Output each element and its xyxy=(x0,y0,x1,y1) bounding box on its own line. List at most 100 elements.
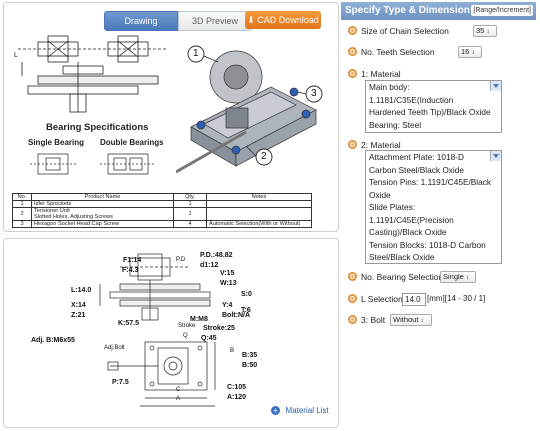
bom-header: Notes xyxy=(206,193,312,201)
dim-p: P:7.5 xyxy=(112,379,129,386)
callout-1: 1 xyxy=(193,48,199,59)
material2-option: Oxide xyxy=(369,189,391,200)
lsel-range: [mm][14 - 30 / 1] xyxy=(427,294,486,303)
table-row: 1 Idler Sprockets 1 xyxy=(12,200,312,208)
material2-option: Slide Plates: xyxy=(369,202,416,212)
bom-table: No. Product Name Qty. Notes 1 Idler Spro… xyxy=(12,193,312,228)
teeth-value: 16 xyxy=(461,47,470,56)
tab-3d-preview[interactable]: 3D Preview xyxy=(178,11,252,31)
info-icon[interactable] xyxy=(348,294,357,303)
bearing-value: Single xyxy=(443,272,464,281)
double-bearing-label: Double Bearings xyxy=(100,138,164,147)
chevron-updown-icon: ↕ xyxy=(420,318,424,324)
bom-header-row: No. Product Name Qty. Notes xyxy=(12,193,312,201)
info-icon[interactable] xyxy=(348,315,357,324)
table-cell: 1 xyxy=(12,200,32,208)
table-cell: 1 xyxy=(173,207,207,221)
info-icon[interactable] xyxy=(348,26,357,35)
callout-3: 3 xyxy=(311,88,317,99)
tensioner-3d-illustration xyxy=(176,45,323,174)
dim-x: X:14 xyxy=(71,302,86,309)
bolt-select[interactable]: Without ↕ xyxy=(390,314,432,326)
material1-option: Hardened Teeth Tip)/Black Oxide xyxy=(369,107,491,117)
info-icon[interactable] xyxy=(348,69,357,78)
dim-adj-bolt: Adj.Bolt xyxy=(104,345,125,351)
material2-option: Casting)/Black Oxide xyxy=(369,227,447,237)
dim-t: T:6 xyxy=(241,307,251,314)
bearing-spec-title: Bearing Specifications xyxy=(46,122,149,133)
dim-v: V:15 xyxy=(220,270,235,277)
table-row: 2 Tensioner Unit Slotted Holes, Adjustin… xyxy=(12,207,312,221)
teeth-select[interactable]: 16 ↕ xyxy=(458,46,482,58)
table-cell: Tensioner Unit Slotted Holes, Adjusting … xyxy=(31,207,174,221)
dim-m: M:M8 xyxy=(190,316,208,323)
table-cell: Hexagon Socket Head Cap Screw xyxy=(31,220,174,228)
bolt-value: Without xyxy=(393,315,419,324)
material2-select[interactable]: Attachment Plate: 1018-D Carbon Steel/Bl… xyxy=(365,150,502,264)
range-increment-button[interactable]: [Range/Increment] xyxy=(471,5,533,16)
info-icon[interactable] xyxy=(348,47,357,56)
chevron-updown-icon: ↕ xyxy=(471,50,475,56)
cad-download-button[interactable]: ⬇ CAD Download xyxy=(245,11,321,29)
bolt-label: 3: Bolt xyxy=(361,315,386,325)
side-view-drawing xyxy=(18,35,168,113)
table-cell: 2 xyxy=(12,207,32,221)
lsel-label: L Selection xyxy=(361,294,403,304)
dim-stroke-label: Stroke xyxy=(178,323,196,329)
dim-a-small: A xyxy=(176,396,181,402)
material-list-label: Material List xyxy=(285,406,329,416)
chevron-updown-icon: ↕ xyxy=(486,29,490,35)
material1-option: 1.1181/C35E(Induction xyxy=(369,94,454,105)
size-chain-select[interactable]: 35 ↕ xyxy=(473,25,497,37)
dim-l: L:14.0 xyxy=(71,287,92,294)
material1-label: 1: Material xyxy=(361,69,401,79)
download-icon: ⬇ xyxy=(247,15,255,25)
dim-b-small: B xyxy=(230,348,235,354)
view-tabs: Drawing 3D Preview xyxy=(104,11,252,31)
dim-c-small: C xyxy=(176,387,181,393)
plus-circle-icon: + xyxy=(271,406,280,416)
table-cell: Automatic Selection(With or Without) xyxy=(206,220,312,228)
material2-option: Attachment Plate: 1018-D xyxy=(369,152,465,162)
dim-c: C:105 xyxy=(227,384,247,391)
dim-pd-small: P.D xyxy=(176,257,186,263)
dim-k: K:57.5 xyxy=(118,320,140,327)
specify-title: Specify Type & Dimension xyxy=(345,5,470,16)
dim-q: Q:45 xyxy=(201,335,217,342)
tab-drawing[interactable]: Drawing xyxy=(104,11,178,31)
bom-header: Qty. xyxy=(173,193,207,201)
material2-option: 1.1191/C45E(Precision xyxy=(369,214,454,225)
info-icon[interactable] xyxy=(348,272,357,281)
dim-pd: P.D.:48.82 xyxy=(200,252,233,259)
bom-header: No. xyxy=(12,193,32,201)
material2-option: Carbon Steel/Black Oxide xyxy=(369,164,465,175)
dropdown-arrow-icon xyxy=(490,81,501,91)
material-list-link[interactable]: + Material List xyxy=(271,405,333,417)
dim-q-small: Q xyxy=(183,333,188,339)
dim-b50: B:50 xyxy=(242,362,258,369)
lsel-input[interactable]: 14.0 xyxy=(402,293,426,306)
single-bearing-label: Single Bearing xyxy=(28,138,85,147)
table-cell: 1 xyxy=(173,200,207,208)
bearing-icons xyxy=(30,153,156,175)
dim-f: F:4.3 xyxy=(122,267,139,274)
dim-d1: d1:12 xyxy=(200,262,219,269)
dim-a: A:120 xyxy=(227,394,247,401)
dropdown-arrow-icon xyxy=(490,151,501,161)
table-row: 3 Hexagon Socket Head Cap Screw 4 Automa… xyxy=(12,220,312,228)
callout-2: 2 xyxy=(261,151,267,162)
bearing-sel-label: No. Bearing Selection xyxy=(361,272,444,282)
table-cell: Idler Sprockets xyxy=(31,200,174,208)
material1-option: Bearing: Steel xyxy=(369,119,422,130)
cad-download-label: CAD Download xyxy=(257,15,319,25)
material2-option: Tension Pins: 1.1191/C45E/Black xyxy=(369,177,492,187)
dim-f1: F1:14 xyxy=(123,257,142,264)
material2-option: Tension Blocks: 1018-D Carbon xyxy=(369,239,486,250)
table-cell: 4 xyxy=(173,220,207,228)
info-icon[interactable] xyxy=(348,140,357,149)
bearing-select[interactable]: Single ↕ xyxy=(440,271,476,283)
material1-select[interactable]: Main body: 1.1181/C35E(Induction Hardene… xyxy=(365,80,502,133)
size-chain-value: 35 xyxy=(476,26,485,35)
dim-l-top: L xyxy=(14,52,18,59)
size-chain-label: Size of Chain Selection xyxy=(361,26,449,36)
